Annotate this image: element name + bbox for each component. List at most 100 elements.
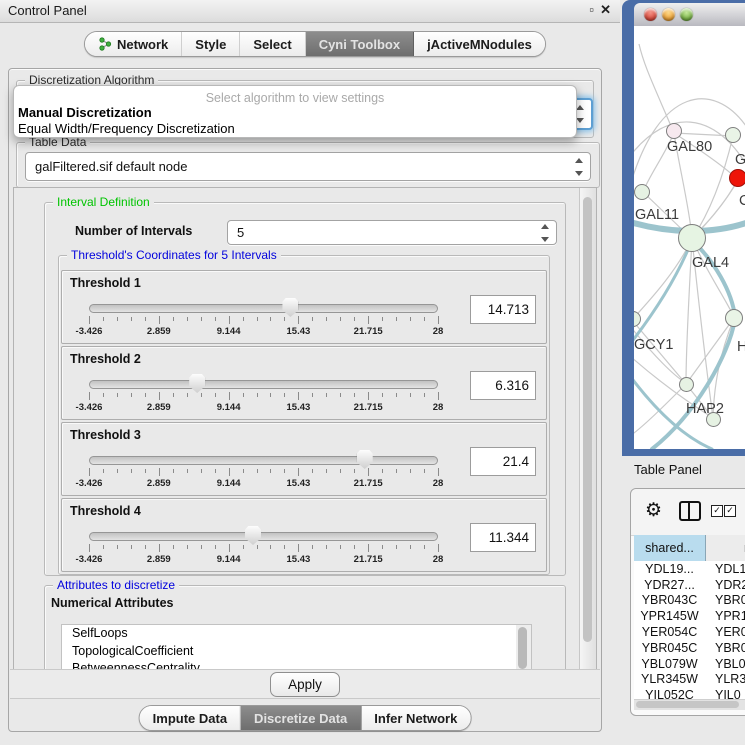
panel-vertical-scrollbar bbox=[579, 188, 596, 670]
table-row[interactable]: YBR043CYBR0 bbox=[634, 593, 745, 609]
tab-label: Style bbox=[195, 37, 226, 52]
table-row[interactable]: YDL19...YDL1 bbox=[634, 561, 745, 577]
tab-cyni-toolbox[interactable]: Cyni Toolbox bbox=[306, 32, 414, 56]
apply-button[interactable]: Apply bbox=[270, 672, 340, 697]
tick-mark bbox=[89, 392, 90, 400]
table-data-value: galFiltered.sif default node bbox=[26, 159, 572, 174]
gear-icon[interactable]: ⚙ bbox=[645, 499, 662, 522]
table-row[interactable]: YBR045CYBR0 bbox=[634, 640, 745, 656]
list-item[interactable]: TopologicalCoefficient bbox=[62, 643, 517, 661]
tick-mark bbox=[382, 469, 383, 473]
checkbox-icon[interactable]: ✓ bbox=[724, 505, 736, 517]
tick-mark bbox=[117, 545, 118, 549]
list-scrollbar bbox=[516, 624, 532, 671]
tick-mark bbox=[117, 393, 118, 397]
threshold-value-field[interactable]: 21.4 bbox=[470, 447, 536, 476]
tab-style[interactable]: Style bbox=[182, 32, 240, 56]
column-header-name[interactable]: na bbox=[706, 535, 745, 561]
numerical-attributes-list: SelfLoops TopologicalCoefficient Between… bbox=[61, 624, 518, 671]
network-canvas[interactable]: GAL80GCGAL11GAL4GCY1HHAP2 bbox=[634, 26, 745, 449]
tick-mark bbox=[382, 393, 383, 397]
zoom-traffic-light[interactable] bbox=[680, 8, 693, 21]
tick-mark bbox=[424, 545, 425, 549]
network-node[interactable] bbox=[706, 412, 721, 427]
table-row[interactable]: YLR345WYLR3 bbox=[634, 672, 745, 688]
table-row[interactable]: YER054CYER0 bbox=[634, 624, 745, 640]
tab-label: Network bbox=[117, 37, 168, 52]
settings-scroll-panel: Interval Definition Number of Intervals … bbox=[13, 187, 597, 671]
close-icon[interactable]: ✕ bbox=[600, 2, 611, 18]
column-header-shared-name[interactable]: shared... bbox=[634, 535, 706, 561]
panel-title: Control Panel bbox=[8, 3, 87, 18]
tick-mark bbox=[368, 544, 369, 552]
tick-mark bbox=[396, 545, 397, 549]
network-node[interactable] bbox=[666, 123, 682, 139]
scrollbar-thumb[interactable] bbox=[583, 197, 592, 642]
columns-icon[interactable] bbox=[679, 501, 701, 521]
network-node[interactable] bbox=[725, 127, 741, 143]
popup-option-equal-width[interactable]: Equal Width/Frequency Discretization bbox=[18, 121, 235, 136]
list-item[interactable]: SelfLoops bbox=[62, 625, 517, 643]
checkbox-icon[interactable]: ✓ bbox=[711, 505, 723, 517]
threshold-label: Threshold 2 bbox=[70, 352, 141, 366]
tick-mark bbox=[312, 469, 313, 473]
table-row[interactable]: YDR27...YDR2 bbox=[634, 577, 745, 593]
tab-jactivemnodules[interactable]: jActiveMNodules bbox=[414, 32, 545, 56]
table-data-combobox[interactable]: galFiltered.sif default node bbox=[25, 152, 591, 181]
tick-mark bbox=[159, 544, 160, 552]
thresholds-group-title: Threshold's Coordinates for 5 Intervals bbox=[67, 248, 281, 262]
tab-impute-data[interactable]: Impute Data bbox=[140, 706, 241, 730]
tick-mark bbox=[103, 317, 104, 321]
slider-thumb[interactable] bbox=[282, 298, 298, 317]
tick-mark bbox=[424, 393, 425, 397]
threshold-value-field[interactable]: 14.713 bbox=[470, 295, 536, 324]
tick-mark bbox=[145, 317, 146, 321]
tick-mark bbox=[145, 545, 146, 549]
slider-tick-labels: -3.4262.8599.14415.4321.71528 bbox=[89, 554, 438, 565]
control-panel-tabbar: Network Style Select Cyni Toolbox jActiv… bbox=[84, 31, 546, 57]
threshold-label: Threshold 4 bbox=[70, 504, 141, 518]
tick-mark bbox=[438, 316, 439, 324]
threshold-value-field[interactable]: 11.344 bbox=[470, 523, 536, 552]
tick-mark bbox=[173, 545, 174, 549]
threshold-value-field[interactable]: 6.316 bbox=[470, 371, 536, 400]
float-window-icon[interactable]: ▫ bbox=[589, 2, 594, 17]
network-node[interactable] bbox=[729, 169, 745, 187]
scrollbar-thumb[interactable] bbox=[636, 701, 739, 708]
slider-thumb[interactable] bbox=[245, 526, 261, 545]
tick-mark bbox=[284, 469, 285, 473]
tick-mark bbox=[201, 317, 202, 321]
table-row[interactable]: YPR145WYPR1 bbox=[634, 608, 745, 624]
tick-mark bbox=[424, 469, 425, 473]
network-node[interactable] bbox=[725, 309, 743, 327]
network-node[interactable] bbox=[679, 377, 694, 392]
popup-hint: Select algorithm to view settings bbox=[14, 91, 576, 105]
popup-option-manual[interactable]: Manual Discretization bbox=[18, 105, 152, 120]
network-node[interactable] bbox=[678, 224, 706, 252]
slider-thumb[interactable] bbox=[189, 374, 205, 393]
table-row[interactable]: YBL079WYBL0 bbox=[634, 656, 745, 672]
network-node[interactable] bbox=[634, 184, 650, 200]
tick-mark bbox=[382, 545, 383, 549]
interval-definition-group: Interval Definition Number of Intervals … bbox=[44, 202, 566, 576]
table-row[interactable]: YIL052CYIL0 bbox=[634, 687, 745, 699]
number-of-intervals-spinner[interactable]: 5 bbox=[227, 220, 557, 245]
tick-mark bbox=[396, 393, 397, 397]
tab-discretize-data[interactable]: Discretize Data bbox=[241, 706, 361, 730]
tick-mark bbox=[131, 317, 132, 321]
tick-mark bbox=[117, 469, 118, 473]
tick-mark bbox=[354, 469, 355, 473]
scrollbar-thumb[interactable] bbox=[518, 627, 527, 669]
network-icon bbox=[98, 37, 112, 51]
minimize-traffic-light[interactable] bbox=[662, 8, 675, 21]
tick-mark bbox=[187, 545, 188, 549]
table-header: shared... na bbox=[634, 535, 745, 562]
tick-mark bbox=[312, 317, 313, 321]
tick-mark bbox=[103, 545, 104, 549]
tab-infer-network[interactable]: Infer Network bbox=[361, 706, 470, 730]
close-traffic-light[interactable] bbox=[644, 8, 657, 21]
tab-network[interactable]: Network bbox=[85, 32, 182, 56]
slider-thumb[interactable] bbox=[357, 450, 373, 469]
slider-tick-labels: -3.4262.8599.14415.4321.71528 bbox=[89, 478, 438, 489]
tab-select[interactable]: Select bbox=[240, 32, 305, 56]
